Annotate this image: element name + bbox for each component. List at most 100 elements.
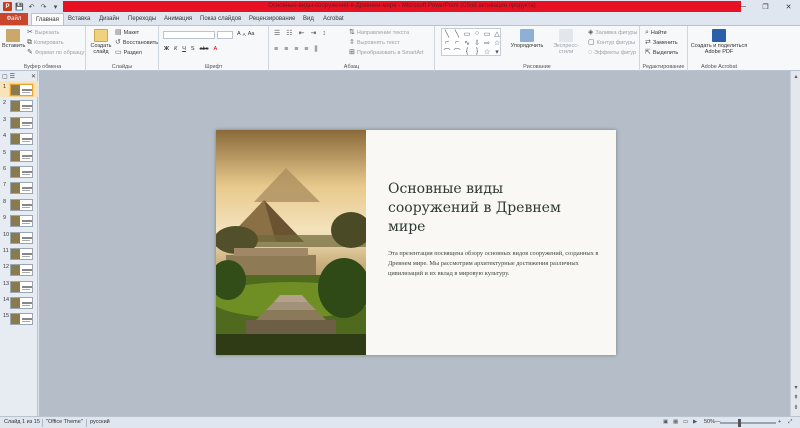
close-button[interactable]: ✕ xyxy=(777,0,800,13)
select-button[interactable]: ⇱ Выделить xyxy=(645,49,678,56)
shape-fill-button[interactable]: ◈ Заливка фигуры xyxy=(588,29,637,36)
slide-thumbnail[interactable]: 6 xyxy=(0,163,38,179)
customize-qat-icon[interactable]: ▾ xyxy=(51,2,60,11)
curve2-shape-icon[interactable]: ⌒ xyxy=(442,47,452,56)
columns-icon[interactable]: ⫼ xyxy=(314,46,317,53)
clear-format-button[interactable]: Aa xyxy=(248,31,255,37)
new-slide-button[interactable]: Создать слайд xyxy=(89,29,113,55)
font-family-combo[interactable] xyxy=(163,31,215,39)
bullets-icon[interactable]: ☰ xyxy=(274,30,280,37)
align-right-icon[interactable]: ≡ xyxy=(294,46,298,53)
format-painter-button[interactable]: ✎ Формат по образцу xyxy=(27,49,84,56)
font-size-combo[interactable] xyxy=(217,31,233,39)
rect-shape-icon[interactable]: ▭ xyxy=(462,29,472,38)
font-color-button[interactable]: A xyxy=(213,46,217,52)
arrow-shape-icon[interactable]: ⇩ xyxy=(472,38,482,47)
language-indicator[interactable]: русский xyxy=(90,419,110,425)
slides-tab[interactable]: ☰ xyxy=(10,73,15,80)
slide-thumbnail[interactable]: 13 xyxy=(0,278,38,294)
line2-shape-icon[interactable]: ╲ xyxy=(452,29,462,38)
increase-indent-icon[interactable]: ⇥ xyxy=(310,30,316,37)
fit-slide-icon[interactable]: ⤢ xyxy=(788,419,792,426)
align-text-button[interactable]: ⇳ Выровнять текст xyxy=(349,39,400,46)
tab-insert[interactable]: Вставка xyxy=(68,13,90,25)
undo-icon[interactable]: ↶ xyxy=(27,2,36,11)
slide-thumbnail[interactable]: 11 xyxy=(0,245,38,261)
slide-thumbnail[interactable]: 8 xyxy=(0,196,38,212)
slide-thumbnail[interactable]: 7 xyxy=(0,179,38,195)
arrange-button[interactable]: Упорядочить xyxy=(510,29,544,49)
quick-styles-button[interactable]: Экспресс-стили xyxy=(546,29,586,55)
tab-slideshow[interactable]: Показ слайдов xyxy=(200,13,241,25)
curve-shape-icon[interactable]: ∿ xyxy=(462,38,472,47)
current-slide[interactable]: Основные виды сооружений в Древнем мире … xyxy=(216,130,616,355)
bold-button[interactable]: Ж xyxy=(164,46,169,52)
slide-thumbnail[interactable]: 14 xyxy=(0,294,38,310)
tab-acrobat[interactable]: Acrobat xyxy=(323,13,344,25)
slideshow-view-icon[interactable]: ▶ xyxy=(693,419,697,425)
scroll-up-icon[interactable]: ▴ xyxy=(792,72,800,80)
oval-shape-icon[interactable]: ○ xyxy=(472,29,482,38)
slide-thumbnail[interactable]: 1 xyxy=(0,81,38,98)
line-shape-icon[interactable]: ╲ xyxy=(442,29,452,38)
slide-thumbnail[interactable]: 3 xyxy=(0,114,38,130)
shape-effects-button[interactable]: ◌ Эффекты фигур xyxy=(588,49,636,56)
star2-shape-icon[interactable]: ☆ xyxy=(482,47,492,56)
slide-body-text[interactable]: Эта презентация посвящена обзору основны… xyxy=(388,249,608,279)
shrink-font-button[interactable]: A xyxy=(243,32,246,37)
underline-button[interactable]: Ч xyxy=(182,46,186,52)
italic-button[interactable]: К xyxy=(174,46,177,52)
find-button[interactable]: ⌕ Найти xyxy=(645,29,667,36)
strike-button[interactable]: abc xyxy=(200,46,209,52)
justify-icon[interactable]: ≡ xyxy=(304,46,308,53)
shape-outline-button[interactable]: ▢ Контур фигуры xyxy=(588,39,635,46)
prev-slide-icon[interactable]: ⇞ xyxy=(792,393,800,401)
layout-button[interactable]: ▤ Макет xyxy=(115,29,139,36)
star-shape-icon[interactable]: ☆ xyxy=(492,38,502,47)
tab-animations[interactable]: Анимация xyxy=(164,13,192,25)
paste-button[interactable]: Вставить xyxy=(2,29,25,49)
arrow2-shape-icon[interactable]: ⇨ xyxy=(482,38,492,47)
scroll-down-icon[interactable]: ▾ xyxy=(792,383,800,391)
zoom-in-button[interactable]: + xyxy=(778,419,781,425)
numbering-icon[interactable]: ☷ xyxy=(286,30,292,37)
decrease-indent-icon[interactable]: ⇤ xyxy=(299,30,305,37)
replace-button[interactable]: ⇄ Заменить xyxy=(645,39,678,46)
brace-shape-icon[interactable]: { xyxy=(462,47,472,56)
text-direction-button[interactable]: ⇅ Направление текста xyxy=(349,29,409,36)
slide-title[interactable]: Основные виды сооружений в Древнем мире xyxy=(388,180,588,237)
tab-view[interactable]: Вид xyxy=(303,13,314,25)
brace2-shape-icon[interactable]: } xyxy=(472,47,482,56)
slide-thumbnail[interactable]: 2 xyxy=(0,97,38,113)
slide-thumbnail[interactable]: 15 xyxy=(0,310,38,326)
powerpoint-app-icon[interactable]: P xyxy=(3,2,12,11)
align-center-icon[interactable]: ≡ xyxy=(284,46,288,53)
reading-view-icon[interactable]: ▭ xyxy=(683,419,688,425)
copy-button[interactable]: ⧉ Копировать xyxy=(27,39,64,46)
shadow-button[interactable]: S xyxy=(191,46,195,52)
panel-close-icon[interactable]: ✕ xyxy=(31,73,36,80)
grow-font-button[interactable]: A xyxy=(237,31,241,37)
slide-thumbnail[interactable]: 9 xyxy=(0,212,38,228)
minimize-button[interactable]: — xyxy=(731,0,754,13)
sorter-view-icon[interactable]: ▦ xyxy=(673,419,678,425)
shapes-gallery[interactable]: ╲ ╲ ▭ ○ ▭ △ ⌐ ⌐ ∿ ⇩ ⇨ ☆ ⌒ ⌒{} ☆ ▾ xyxy=(441,28,501,56)
align-left-icon[interactable]: ≡ xyxy=(274,46,278,53)
vertical-scrollbar[interactable]: ▴ ▾ ⇞ ⇟ xyxy=(790,71,800,416)
create-pdf-button[interactable]: Создать и поделиться Adobe PDF xyxy=(690,29,748,55)
cut-button[interactable]: ✂ Вырезать xyxy=(27,29,59,36)
slide-thumbnail[interactable]: 10 xyxy=(0,229,38,245)
more-shapes-icon[interactable]: ▾ xyxy=(492,47,502,56)
save-icon[interactable]: 💾 xyxy=(15,2,24,11)
zoom-level[interactable]: 50% xyxy=(704,419,715,425)
zoom-slider-knob[interactable] xyxy=(738,419,741,427)
zoom-slider[interactable] xyxy=(720,422,776,424)
tab-file[interactable]: Файл xyxy=(0,13,28,25)
section-button[interactable]: ▭ Раздел xyxy=(115,49,142,56)
slide-thumbnail[interactable]: 12 xyxy=(0,261,38,277)
normal-view-icon[interactable]: ▣ xyxy=(663,419,668,425)
redo-icon[interactable]: ↷ xyxy=(39,2,48,11)
tab-design[interactable]: Дизайн xyxy=(99,13,119,25)
slide-thumbnail[interactable]: 5 xyxy=(0,147,38,163)
maximize-button[interactable]: ❐ xyxy=(754,0,777,13)
